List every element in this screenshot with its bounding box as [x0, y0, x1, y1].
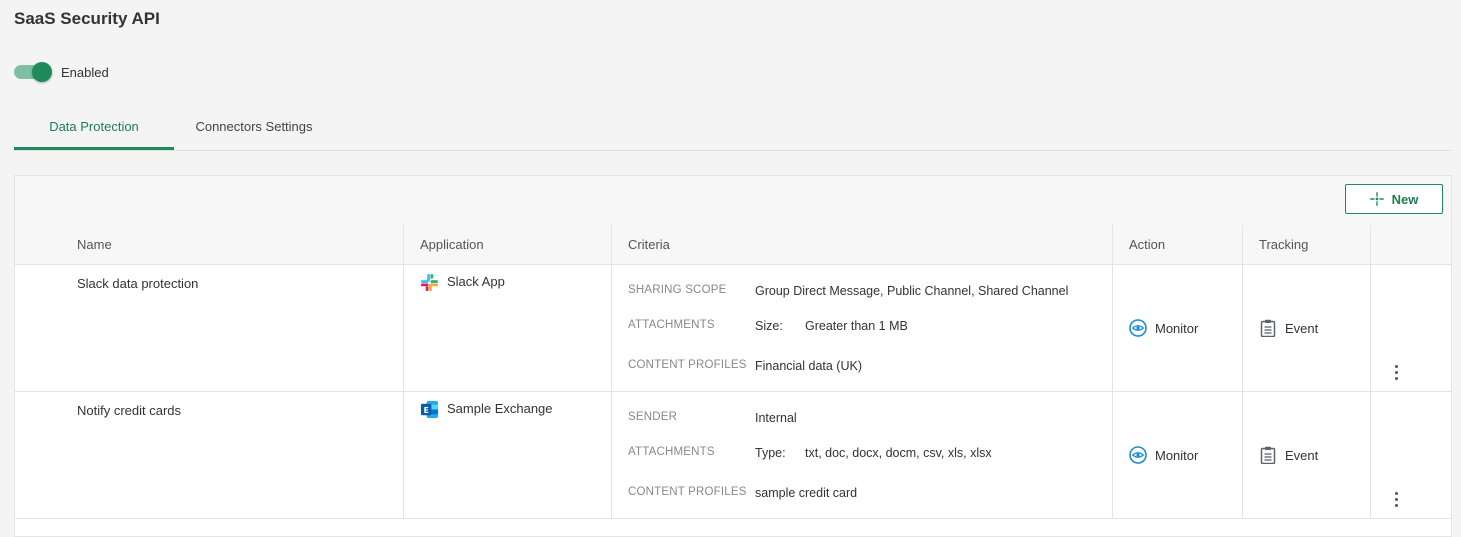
header-name[interactable]: Name — [61, 225, 403, 264]
criteria-line: CONTENT PROFILES Financial data (UK) — [628, 359, 862, 373]
row-tracking: Event — [1242, 265, 1370, 391]
tab-data-protection[interactable]: Data Protection — [14, 104, 174, 150]
new-button[interactable]: New — [1345, 184, 1443, 214]
criteria-key: SENDER — [628, 411, 678, 423]
criteria-line: CONTENT PROFILES sample credit card — [628, 486, 857, 500]
row-tracking: Event — [1242, 392, 1370, 518]
toggle-knob — [32, 62, 52, 82]
page-title: SaaS Security API — [14, 9, 160, 28]
enabled-toggle-row: Enabled — [14, 62, 109, 82]
criteria-subkey: Type: — [755, 446, 786, 460]
tab-bar: Data Protection Connectors Settings — [14, 104, 1451, 151]
policies-panel: New Name Application Criteria Action Tra… — [14, 175, 1452, 537]
table-row[interactable]: Notify credit cards E Sample Exchange SE… — [15, 392, 1451, 519]
more-options-icon[interactable] — [1393, 492, 1399, 510]
criteria-key: CONTENT PROFILES — [628, 359, 747, 371]
criteria-value: Internal — [755, 411, 797, 425]
row-action: Monitor — [1112, 265, 1242, 391]
header-tracking[interactable]: Tracking — [1242, 225, 1370, 264]
monitor-eye-icon — [1129, 319, 1147, 337]
criteria-value: Financial data (UK) — [755, 359, 862, 373]
application-label: Sample Exchange — [447, 401, 553, 416]
new-button-label: New — [1391, 191, 1419, 207]
row-criteria: SENDER Internal ATTACHMENTS Type: txt, d… — [611, 392, 1112, 518]
header-menu — [1370, 225, 1451, 264]
criteria-key: ATTACHMENTS — [628, 319, 715, 331]
tracking-label: Event — [1285, 320, 1319, 336]
slack-icon — [420, 273, 439, 292]
row-action: Monitor — [1112, 392, 1242, 518]
row-criteria: SHARING SCOPE Group Direct Message, Publ… — [611, 265, 1112, 391]
criteria-line: SHARING SCOPE Group Direct Message, Publ… — [628, 284, 1068, 298]
policies-table: Name Application Criteria Action Trackin… — [15, 225, 1451, 519]
enabled-toggle[interactable] — [14, 62, 52, 82]
table-header: Name Application Criteria Action Trackin… — [15, 225, 1451, 265]
criteria-line: ATTACHMENTS Size: Greater than 1 MB — [628, 319, 908, 333]
row-menu — [1370, 265, 1451, 391]
row-name[interactable]: Slack data protection — [61, 265, 403, 391]
table-row[interactable]: Slack data protection Slack App SHARING … — [15, 265, 1451, 392]
clipboard-icon — [1260, 446, 1276, 464]
add-sparkle-icon — [1369, 192, 1384, 206]
panel-toolbar: New — [15, 176, 1451, 226]
tracking-label: Event — [1285, 447, 1319, 463]
toggle-label: Enabled — [61, 64, 109, 80]
criteria-key: CONTENT PROFILES — [628, 486, 747, 498]
criteria-value: txt, doc, docx, docm, csv, xls, xlsx — [805, 446, 992, 460]
exchange-icon: E — [420, 400, 439, 419]
criteria-value: Greater than 1 MB — [805, 319, 908, 333]
header-application[interactable]: Application — [403, 225, 611, 264]
criteria-key: ATTACHMENTS — [628, 446, 715, 458]
criteria-value: sample credit card — [755, 486, 858, 500]
clipboard-icon — [1260, 319, 1276, 337]
row-application: Slack App — [403, 265, 611, 391]
more-options-icon[interactable] — [1393, 365, 1399, 383]
svg-text:E: E — [424, 406, 429, 415]
criteria-key: SHARING SCOPE — [628, 284, 727, 296]
criteria-value: Group Direct Message, Public Channel, Sh… — [755, 284, 1069, 298]
criteria-line: SENDER Internal — [628, 411, 797, 425]
row-name[interactable]: Notify credit cards — [61, 392, 403, 518]
tab-connectors-settings[interactable]: Connectors Settings — [174, 104, 334, 149]
application-label: Slack App — [447, 274, 505, 289]
criteria-line: ATTACHMENTS Type: txt, doc, docx, docm, … — [628, 446, 992, 460]
row-application: E Sample Exchange — [403, 392, 611, 518]
header-criteria[interactable]: Criteria — [611, 225, 1112, 264]
action-label: Monitor — [1155, 320, 1199, 336]
row-menu — [1370, 392, 1451, 518]
action-label: Monitor — [1155, 447, 1199, 463]
monitor-eye-icon — [1129, 446, 1147, 464]
criteria-subkey: Size: — [755, 319, 783, 333]
header-action[interactable]: Action — [1112, 225, 1242, 264]
